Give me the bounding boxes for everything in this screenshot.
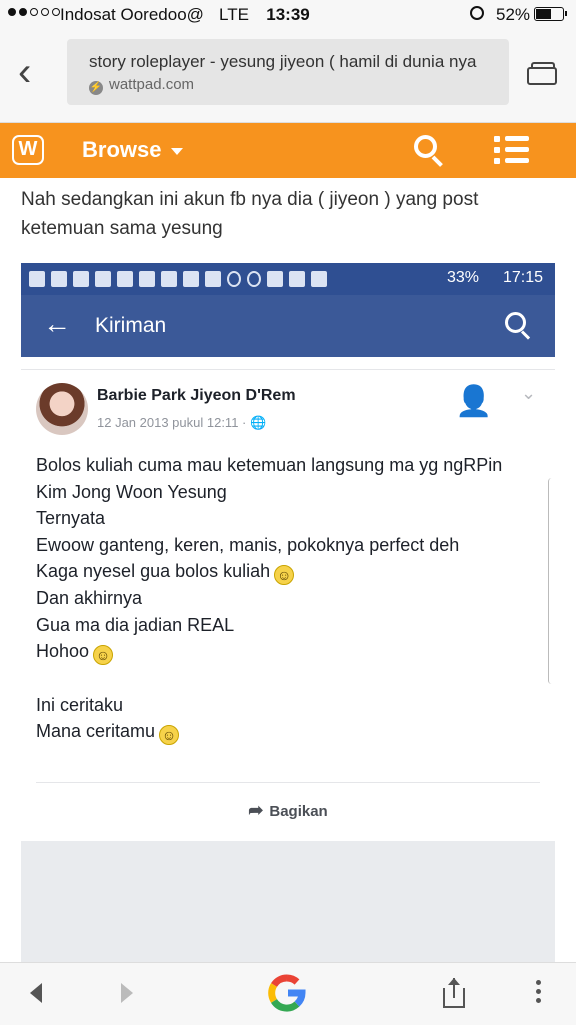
post-line: Hohoo — [36, 641, 90, 661]
post-line: Kaga nyesel gua bolos kuliah — [36, 561, 271, 581]
rotation-lock-icon — [470, 6, 484, 20]
arrow-left-icon: ← — [43, 308, 71, 339]
post-author: Barbie Park Jiyeon D'Rem — [97, 387, 296, 404]
browser-address-bar: ‹ story roleplayer - yesung jiyeon ( ham… — [0, 30, 576, 123]
scroll-indicator — [548, 478, 555, 684]
post-line: Gua ma dia jadian REAL — [36, 614, 235, 635]
battery-percent: 52% — [496, 5, 531, 24]
list-menu-icon[interactable] — [494, 136, 530, 164]
divider — [36, 782, 540, 783]
notification-icons — [29, 271, 327, 287]
share-icon[interactable] — [441, 978, 467, 1008]
share-label: Bagikan — [269, 803, 328, 820]
browse-menu-button[interactable]: Browse — [82, 137, 161, 163]
post-line-blank — [36, 665, 536, 692]
android-status-bar: 33% 17:15 — [21, 263, 555, 295]
android-battery: 33% — [447, 269, 480, 286]
post-body: Bolos kuliah cuma mau ketemuan langsung … — [36, 452, 536, 745]
clock: 13:39 — [266, 5, 310, 24]
tabs-button[interactable] — [527, 62, 557, 85]
story-paragraph: Nah sedangkan ini akun fb nya dia ( jiye… — [21, 189, 479, 239]
google-logo-icon[interactable] — [266, 972, 308, 1014]
share-row: ➦ Bagikan — [21, 800, 555, 821]
post-line: Ewoow ganteng, keren, manis, pokoknya pe… — [36, 534, 460, 555]
chevron-down-icon: ⌄ — [521, 383, 537, 403]
page-title: story roleplayer - yesung jiyeon ( hamil… — [89, 52, 477, 71]
status-bar: Indosat Ooredoo@ LTE 13:39 52% — [0, 0, 576, 30]
smile-emoji-icon: ☺ — [93, 645, 114, 665]
amp-bolt-icon: ⚡ — [89, 81, 103, 95]
wattpad-logo[interactable]: W — [12, 135, 44, 165]
post-line: Ternyata — [36, 508, 106, 528]
more-options-icon[interactable] — [536, 980, 542, 1007]
url-field[interactable]: story roleplayer - yesung jiyeon ( hamil… — [67, 39, 509, 105]
post-timestamp: 12 Jan 2013 pukul 12:11 · — [97, 415, 250, 430]
globe-icon: 🌐 — [250, 415, 267, 430]
smile-emoji-icon: ☺ — [159, 725, 180, 745]
add-friend-icon: 👤 — [455, 385, 493, 418]
page-domain: wattpad.com — [109, 76, 195, 93]
embedded-facebook-screenshot: 33% 17:15 ← Kiriman Barbie Park Jiyeon D… — [21, 263, 555, 963]
back-button[interactable]: ‹ — [18, 52, 52, 92]
battery-icon — [534, 7, 567, 21]
post-meta: 12 Jan 2013 pukul 12:11 · 🌐 — [97, 415, 266, 431]
next-post-placeholder — [21, 841, 555, 963]
facebook-header: ← Kiriman — [21, 295, 555, 357]
post-line: Kim Jong Woon Yesung — [36, 481, 227, 502]
post-line: Ini ceritaku — [36, 694, 124, 715]
wattpad-header: W Browse — [0, 123, 576, 178]
facebook-header-title: Kiriman — [95, 314, 167, 337]
grin-emoji-icon: ☺ — [274, 565, 295, 585]
facebook-post: Barbie Park Jiyeon D'Rem 12 Jan 2013 puk… — [21, 369, 555, 850]
avatar — [36, 383, 88, 435]
post-line: Mana ceritamu — [36, 721, 156, 741]
android-clock: 17:15 — [503, 269, 544, 286]
browser-toolbar — [0, 962, 576, 1025]
share-arrow-icon: ➦ — [248, 800, 264, 820]
forward-arrow-icon[interactable] — [121, 983, 133, 1003]
post-line: Bolos kuliah cuma mau ketemuan langsung … — [36, 455, 503, 475]
search-icon — [505, 312, 533, 340]
post-line: Dan akhirnya — [36, 588, 143, 608]
search-icon[interactable] — [414, 135, 444, 167]
back-arrow-icon[interactable] — [30, 983, 42, 1003]
chevron-down-icon — [171, 148, 183, 155]
